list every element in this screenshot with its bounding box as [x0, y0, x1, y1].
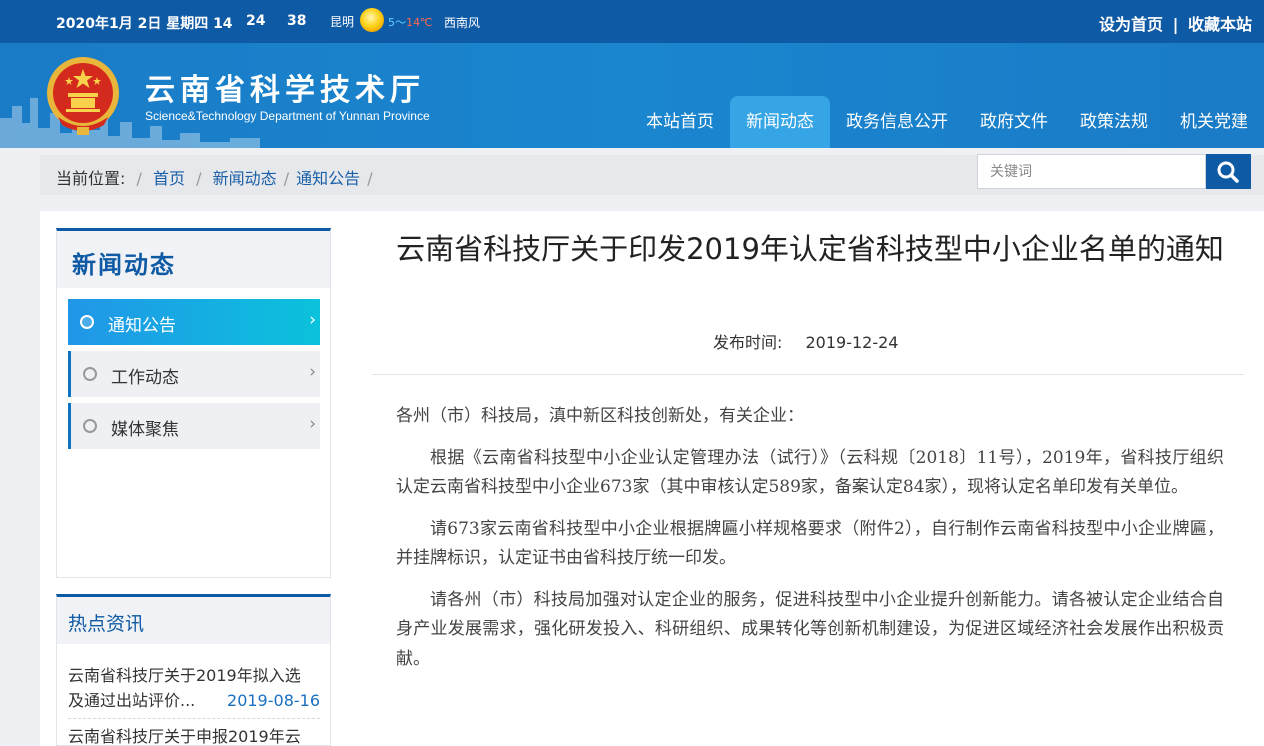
breadcrumb-news[interactable]: 新闻动态 — [213, 169, 277, 188]
sidebar-item-label: 通知公告 — [108, 316, 176, 336]
article-body: 各州（市）科技局，滇中新区科技创新处，有关企业： 根据《云南省科技型中小企业认定… — [396, 402, 1224, 686]
divider — [68, 718, 320, 719]
hot-news-row: 及通过出站评价... 2019-08-16 — [68, 688, 320, 713]
nav-policies[interactable]: 政策法规 — [1064, 96, 1164, 148]
sidebar-item-label: 媒体聚焦 — [111, 420, 179, 440]
article-paragraph: 各州（市）科技局，滇中新区科技创新处，有关企业： — [396, 406, 804, 426]
circle-icon — [80, 315, 94, 329]
breadcrumb-separator: / — [367, 169, 373, 188]
article-paragraph: 请各州（市）科技局加强对认定企业的服务，促进科技型中小企业提升创新能力。请各被认… — [396, 589, 1224, 669]
publish-info: 发布时间: 2019-12-24 — [713, 329, 898, 353]
nav-gov-documents[interactable]: 政府文件 — [964, 96, 1064, 148]
current-date: 2020年1月 2日 星期四 14 — [56, 16, 233, 32]
link-divider: | — [1172, 15, 1179, 34]
sidebar-hot-news: 热点资讯 云南省科技厅关于2019年拟入选 及通过出站评价... 2019-08… — [56, 594, 331, 746]
breadcrumb-notices[interactable]: 通知公告 — [296, 169, 360, 188]
sidebar-item-label: 工作动态 — [111, 368, 179, 388]
article-title: 云南省科技厅关于印发2019年认定省科技型中小企业名单的通知 — [396, 232, 1224, 266]
divider — [372, 374, 1244, 375]
publish-label: 发布时间: — [713, 333, 783, 352]
temp-high: 14℃ — [406, 16, 433, 29]
breadcrumb-home[interactable]: 首页 — [153, 169, 185, 188]
breadcrumb: 当前位置: / 首页 / 新闻动态 / 通知公告 / — [56, 165, 375, 189]
top-info-bar: 2020年1月 2日 星期四 14 24 38 昆明 5～14℃ 西南风 设为首… — [0, 0, 1264, 43]
sun-icon — [360, 8, 384, 32]
hot-news-title: 热点资讯 — [57, 597, 330, 644]
main-nav: 本站首页 新闻动态 政务信息公开 政府文件 政策法规 机关党建 — [630, 96, 1264, 148]
sidebar-item-work-news[interactable]: 工作动态 › — [68, 351, 320, 397]
circle-icon — [83, 419, 97, 433]
chevron-right-icon: › — [309, 362, 316, 382]
set-home-link[interactable]: 设为首页 — [1099, 15, 1163, 34]
hot-news-link-continued[interactable]: 及通过出站评价... — [68, 691, 195, 710]
site-title: 云南省科学技术厅 — [145, 73, 425, 108]
sidebar-item-notices[interactable]: 通知公告 › — [68, 299, 320, 345]
national-emblem-logo — [47, 57, 119, 135]
nav-party-building[interactable]: 机关党建 — [1164, 96, 1264, 148]
breadcrumb-separator: / — [196, 169, 202, 188]
hot-news-date: 2019-08-16 — [227, 691, 320, 710]
hot-news-link[interactable]: 云南省科技厅关于申报2019年云 — [68, 724, 320, 745]
search-box — [977, 154, 1251, 189]
clock-second: 38 — [287, 13, 307, 29]
temp-low: 5～ — [388, 16, 406, 29]
list-item: 云南省科技厅关于申报2019年云 — [68, 724, 320, 745]
sidebar-news-menu: 新闻动态 通知公告 › 工作动态 › 媒体聚焦 › — [56, 228, 331, 578]
breadcrumb-separator: / — [283, 169, 290, 188]
sidebar-item-media[interactable]: 媒体聚焦 › — [68, 403, 320, 449]
sidebar-title: 新闻动态 — [57, 231, 330, 288]
clock-minute: 24 — [246, 13, 266, 29]
nav-gov-info[interactable]: 政务信息公开 — [830, 96, 964, 148]
article-paragraph: 请673家云南省科技型中小企业根据牌匾小样规格要求（附件2），自行制作云南省科技… — [396, 518, 1224, 569]
site-subtitle: Science&Technology Department of Yunnan … — [145, 109, 430, 123]
nav-news[interactable]: 新闻动态 — [730, 96, 830, 148]
breadcrumb-prefix: 当前位置: — [56, 169, 126, 188]
search-icon — [1217, 161, 1239, 183]
nav-home[interactable]: 本站首页 — [630, 96, 730, 148]
weather-temp: 5～14℃ — [388, 14, 432, 30]
search-input[interactable] — [977, 154, 1206, 189]
bookmark-link[interactable]: 收藏本站 — [1188, 15, 1252, 34]
weather-city: 昆明 — [330, 15, 355, 29]
hot-news-link[interactable]: 云南省科技厅关于2019年拟入选 — [68, 663, 320, 688]
chevron-right-icon: › — [309, 310, 316, 330]
circle-icon — [83, 367, 97, 381]
list-item: 云南省科技厅关于2019年拟入选 及通过出站评价... 2019-08-16 — [68, 663, 320, 713]
chevron-right-icon: › — [309, 414, 316, 434]
search-button[interactable] — [1206, 154, 1251, 189]
breadcrumb-separator: / — [136, 169, 142, 188]
weather-wind: 西南风 — [444, 16, 481, 30]
site-header: 云南省科学技术厅 Science&Technology Department o… — [0, 43, 1264, 148]
top-links: 设为首页 | 收藏本站 — [1099, 11, 1252, 35]
publish-date: 2019-12-24 — [805, 333, 899, 352]
article-paragraph: 根据《云南省科技型中小企业认定管理办法（试行）》（云科规〔2018〕11号），2… — [396, 447, 1224, 498]
